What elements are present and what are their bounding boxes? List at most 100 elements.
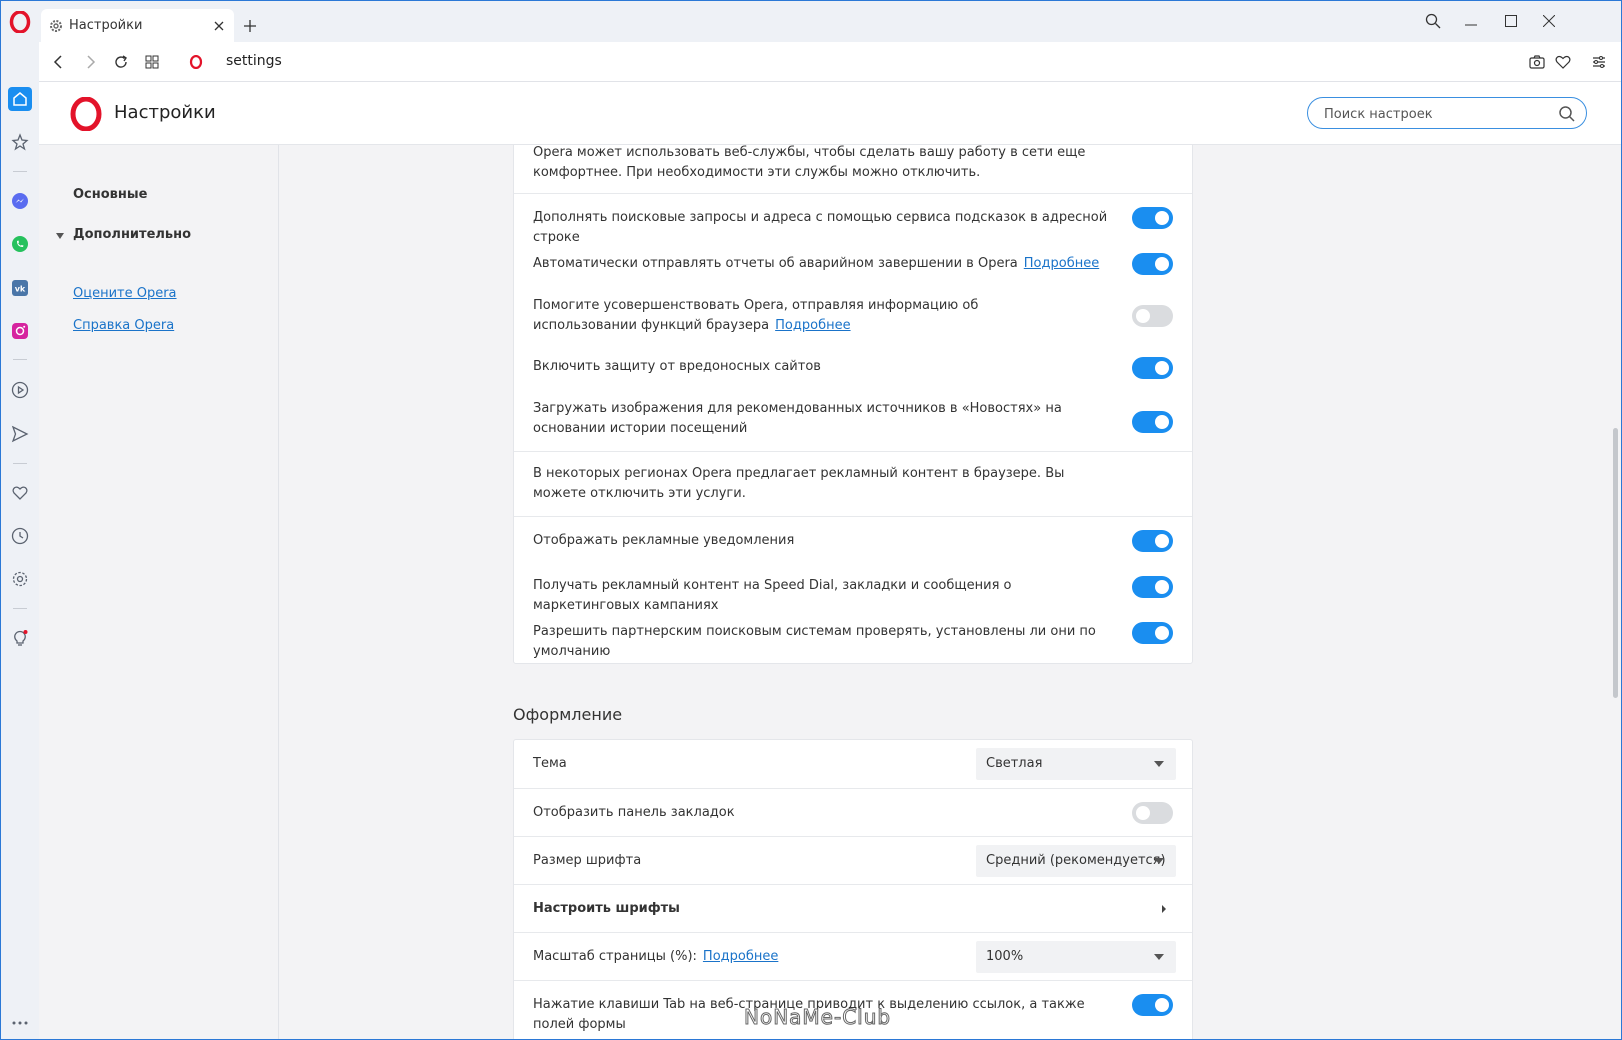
whatsapp-icon[interactable] xyxy=(8,232,32,256)
setting-label: Разрешить партнерским поисковым системам… xyxy=(533,624,1096,659)
home-icon[interactable] xyxy=(8,87,32,111)
setting-row-malware-protection: Включить защиту от вредоносных сайтов xyxy=(514,345,1192,391)
setting-label: Отображать рекламные уведомления xyxy=(533,533,795,548)
opera-help-link[interactable]: Справка Opera xyxy=(73,318,174,333)
theme-select[interactable]: Светлая xyxy=(976,748,1176,780)
forward-icon[interactable] xyxy=(78,50,102,74)
setting-row-news-images: Загружать изображения для рекомендованны… xyxy=(514,391,1192,451)
setting-row-ad-notifications: Отображать рекламные уведомления xyxy=(514,516,1192,564)
maximize-icon[interactable] xyxy=(1497,9,1525,33)
services-intro-row: Opera может использовать веб-службы, что… xyxy=(514,145,1192,193)
settings-content: Opera может использовать веб-службы, что… xyxy=(279,145,1609,1039)
page-title: Настройки xyxy=(114,102,216,123)
tab-gear-icon xyxy=(50,19,62,32)
reload-icon[interactable] xyxy=(109,50,133,74)
setting-row-search-suggestions: Дополнять поисковые запросы и адреса с п… xyxy=(514,193,1192,245)
speed-dial-star-icon[interactable] xyxy=(8,130,32,154)
setting-label: Автоматически отправлять отчеты об авари… xyxy=(533,256,1100,271)
setting-row-crash-reports: Автоматически отправлять отчеты об авари… xyxy=(514,241,1192,287)
settings-header: Настройки xyxy=(39,82,1621,145)
url-text[interactable]: settings xyxy=(226,53,282,69)
new-tab-plus-icon[interactable] xyxy=(239,15,261,37)
nav-advanced[interactable]: Дополнительно xyxy=(73,227,191,242)
messenger-icon[interactable] xyxy=(8,189,32,213)
opera-sidebar: vk xyxy=(1,1,39,1039)
page-zoom-select[interactable]: 100% xyxy=(976,941,1176,973)
browser-window: vk Настройки settings Настройки Поиск на… xyxy=(0,0,1622,1040)
sidebar-separator xyxy=(13,463,27,464)
ads-intro-row: В некоторых регионах Opera предлагает ре… xyxy=(514,451,1192,516)
address-bar: settings xyxy=(39,42,1621,82)
crash-reports-more-link[interactable]: Подробнее xyxy=(1024,256,1099,271)
opera-logo-icon[interactable] xyxy=(9,11,31,33)
setting-label: Загружать изображения для рекомендованны… xyxy=(533,401,1062,436)
opera-brand-logo-icon xyxy=(70,97,102,131)
watermark: NoNaMe-Club xyxy=(743,1005,892,1030)
chevron-right-icon xyxy=(1162,905,1166,913)
news-images-toggle[interactable] xyxy=(1132,411,1173,433)
setting-label: Отобразить панель закладок xyxy=(533,805,735,820)
rate-opera-link[interactable]: Оцените Opera xyxy=(73,286,177,301)
settings-nav: Основные Дополнительно Оцените Opera Спр… xyxy=(39,145,279,1039)
appearance-section-title: Оформление xyxy=(513,705,623,724)
chevron-down-icon xyxy=(1154,761,1164,767)
appearance-card: Тема Светлая Отобразить панель закладок … xyxy=(513,739,1193,1039)
close-window-icon[interactable] xyxy=(1535,9,1563,33)
tab-settings[interactable]: Настройки xyxy=(41,9,234,42)
more-dots-icon[interactable] xyxy=(8,1011,32,1035)
back-icon[interactable] xyxy=(47,50,71,74)
chevron-down-icon xyxy=(1154,954,1164,960)
tips-lightbulb-icon[interactable] xyxy=(8,626,32,650)
flow-send-icon[interactable] xyxy=(8,422,32,446)
vk-icon[interactable]: vk xyxy=(8,276,32,300)
expand-arrow-icon xyxy=(56,233,64,239)
privacy-services-card: Opera может использовать веб-службы, что… xyxy=(513,145,1193,664)
snapshot-camera-icon[interactable] xyxy=(1525,50,1549,74)
add-bookmark-heart-icon[interactable] xyxy=(1551,50,1575,74)
setting-label: Настроить шрифты xyxy=(533,901,680,916)
setting-row-bookmarks-bar: Отобразить панель закладок xyxy=(514,788,1192,836)
instagram-icon[interactable] xyxy=(8,319,32,343)
easy-setup-menu-icon[interactable] xyxy=(1587,50,1611,74)
nav-basic[interactable]: Основные xyxy=(73,187,147,202)
malware-protection-toggle[interactable] xyxy=(1132,357,1173,379)
ads-intro-text: В некоторых регионах Opera предлагает ре… xyxy=(533,466,1065,501)
zoom-more-link[interactable]: Подробнее xyxy=(703,949,778,964)
partner-search-toggle[interactable] xyxy=(1132,622,1173,644)
tab-key-toggle[interactable] xyxy=(1132,994,1173,1016)
tab-grid-icon[interactable] xyxy=(140,50,164,74)
chevron-down-icon xyxy=(1154,858,1164,864)
history-clock-icon[interactable] xyxy=(8,524,32,548)
scrollbar-thumb[interactable] xyxy=(1613,428,1618,698)
tab-strip: Настройки xyxy=(39,1,1621,42)
setting-row-promo-content: Получать рекламный контент на Speed Dial… xyxy=(514,564,1192,613)
bookmarks-bar-toggle[interactable] xyxy=(1132,802,1173,824)
bookmarks-heart-icon[interactable] xyxy=(8,481,32,505)
opera-site-icon xyxy=(184,50,208,74)
font-size-select[interactable]: Средний (рекомендуется) xyxy=(976,845,1176,877)
minimize-icon[interactable] xyxy=(1457,9,1485,33)
setting-row-partner-search: Разрешить партнерским поисковым системам… xyxy=(514,610,1192,659)
sidebar-separator xyxy=(13,608,27,609)
tab-close-icon[interactable] xyxy=(208,15,230,37)
ad-notifications-toggle[interactable] xyxy=(1132,530,1173,552)
usage-stats-more-link[interactable]: Подробнее xyxy=(775,318,850,333)
setting-row-theme: Тема Светлая xyxy=(514,740,1192,788)
player-icon[interactable] xyxy=(8,378,32,402)
setting-row-page-zoom: Масштаб страницы (%): Подробнее 100% xyxy=(514,932,1192,980)
setting-row-customize-fonts[interactable]: Настроить шрифты xyxy=(514,884,1192,932)
search-suggestions-toggle[interactable] xyxy=(1132,207,1173,229)
setting-label: Помогите усовершенствовать Opera, отправ… xyxy=(533,298,979,333)
settings-search-input[interactable] xyxy=(1324,104,1549,124)
settings-search xyxy=(1307,97,1587,129)
search-icon[interactable] xyxy=(1558,105,1576,123)
tab-search-icon[interactable] xyxy=(1419,9,1447,33)
sidebar-separator xyxy=(13,359,27,360)
settings-gear-icon[interactable] xyxy=(8,567,32,591)
page-scrollbar[interactable] xyxy=(1611,145,1621,1039)
svg-text:vk: vk xyxy=(15,285,26,294)
promo-content-toggle[interactable] xyxy=(1132,576,1173,598)
usage-stats-toggle[interactable] xyxy=(1132,305,1173,327)
crash-reports-toggle[interactable] xyxy=(1132,253,1173,275)
setting-label: Включить защиту от вредоносных сайтов xyxy=(533,359,821,374)
